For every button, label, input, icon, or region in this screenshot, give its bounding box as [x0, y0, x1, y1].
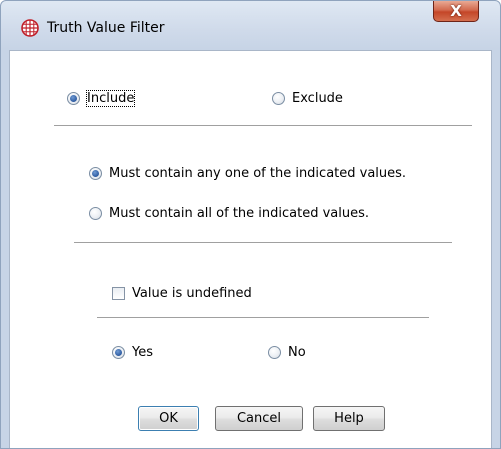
- cancel-button[interactable]: Cancel: [215, 406, 303, 431]
- globe-grid-icon: [21, 19, 39, 37]
- yes-radio-row[interactable]: Yes: [112, 345, 153, 360]
- separator-1: [54, 125, 472, 126]
- match-all-radio[interactable]: [89, 207, 102, 220]
- dialog-window: Truth Value Filter X Include Exclude Mus…: [0, 0, 501, 449]
- separator-2: [74, 242, 452, 243]
- yes-radio[interactable]: [112, 346, 125, 359]
- include-label[interactable]: Include: [85, 90, 136, 107]
- match-any-row[interactable]: Must contain any one of the indicated va…: [89, 166, 406, 181]
- include-radio[interactable]: [67, 92, 80, 105]
- exclude-label[interactable]: Exclude: [292, 91, 343, 106]
- window-title: Truth Value Filter: [47, 20, 165, 36]
- match-all-row[interactable]: Must contain all of the indicated values…: [89, 206, 369, 221]
- dialog-body: Include Exclude Must contain any one of …: [9, 50, 492, 448]
- separator-3: [97, 317, 429, 318]
- ok-button[interactable]: OK: [138, 406, 199, 431]
- no-radio-row[interactable]: No: [268, 345, 306, 360]
- no-radio[interactable]: [268, 346, 281, 359]
- match-all-label[interactable]: Must contain all of the indicated values…: [109, 206, 369, 221]
- no-label[interactable]: No: [288, 345, 306, 360]
- exclude-radio[interactable]: [272, 92, 285, 105]
- close-button[interactable]: X: [433, 1, 479, 22]
- undefined-checkbox-row[interactable]: Value is undefined: [112, 286, 252, 301]
- undefined-label[interactable]: Value is undefined: [132, 286, 252, 301]
- title-bar[interactable]: Truth Value Filter X: [1, 1, 500, 51]
- include-radio-row[interactable]: Include: [67, 90, 136, 107]
- exclude-radio-row[interactable]: Exclude: [272, 91, 343, 106]
- close-icon: X: [450, 2, 462, 20]
- match-any-label[interactable]: Must contain any one of the indicated va…: [109, 166, 406, 181]
- undefined-checkbox[interactable]: [112, 287, 125, 300]
- help-button[interactable]: Help: [313, 406, 385, 431]
- yes-label[interactable]: Yes: [132, 345, 153, 360]
- match-any-radio[interactable]: [89, 167, 102, 180]
